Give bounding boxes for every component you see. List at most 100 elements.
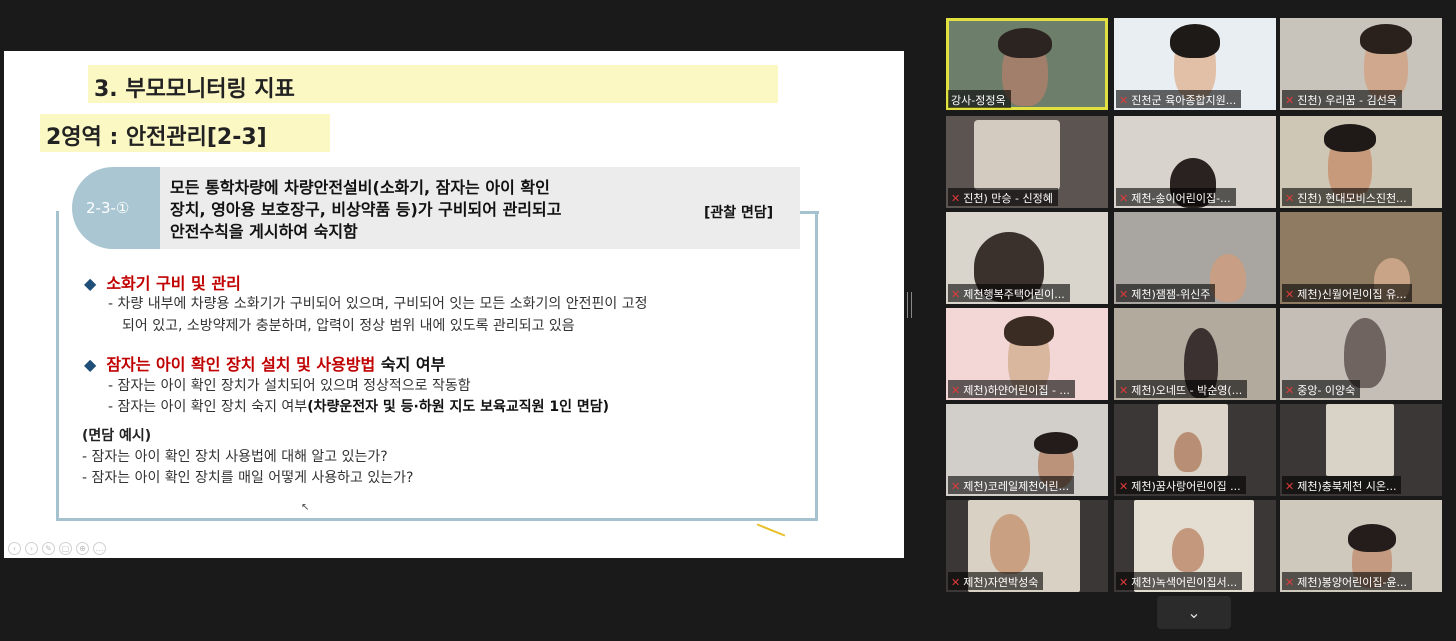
- pen-icon[interactable]: ✎: [42, 542, 55, 555]
- participant-tile[interactable]: ✕ 제천행복주택어린이...: [946, 212, 1108, 304]
- chevron-down-icon: ⌄: [1187, 603, 1201, 622]
- participant-name-text: 제천)충북제천 시온...: [1297, 480, 1397, 493]
- participant-name-text: 제천)잼잼-위신주: [1131, 288, 1211, 301]
- participant-hair: [1348, 524, 1396, 552]
- example-line: - 잠자는 아이 확인 장치 사용법에 대해 알고 있는가?: [82, 449, 388, 465]
- zoom-icon[interactable]: ⊕: [76, 542, 89, 555]
- mic-muted-icon: ✕: [1285, 479, 1295, 493]
- participant-tile[interactable]: ✕ 진천) 만승 - 신정혜: [946, 116, 1108, 208]
- video-conference-window: 3. 부모모니터링 지표 2영역 : 안전관리[2-3] 2-3-① 모든 통학…: [0, 0, 1456, 641]
- section-heading-suffix: 숙지 여부: [380, 355, 446, 374]
- participant-name: ✕ 제천)하얀어린이집 - ...: [948, 380, 1075, 398]
- mic-muted-icon: ✕: [1119, 191, 1129, 205]
- participant-tile[interactable]: ✕ 제천)봉양어린이집-윤...: [1280, 500, 1442, 592]
- participant-name: ✕ 제천)꿈사랑어린이집 ...: [1116, 476, 1246, 494]
- participant-hair: [1170, 24, 1220, 58]
- participant-name: ✕ 제천)신월어린이집 유...: [1282, 284, 1412, 302]
- mic-muted-icon: ✕: [951, 575, 961, 589]
- mic-muted-icon: ✕: [951, 191, 961, 205]
- participant-name-text: 제천)하얀어린이집 - ...: [963, 384, 1070, 397]
- participant-tile[interactable]: ✕ 제천)하얀어린이집 - ...: [946, 308, 1108, 400]
- collapse-gallery-button[interactable]: ⌄: [1157, 596, 1231, 629]
- participant-name: ✕ 진천) 현대모비스진천...: [1282, 188, 1412, 206]
- participant-tile[interactable]: ✕ 제천)녹색어린이집서...: [1114, 500, 1276, 592]
- mic-muted-icon: ✕: [1285, 383, 1295, 397]
- participant-tile[interactable]: ✕ 제천)잼잼-위신주: [1114, 212, 1276, 304]
- mic-muted-icon: ✕: [1285, 191, 1295, 205]
- section-heading-text: 잠자는 아이 확인 장치 설치 및 사용방법: [106, 355, 376, 374]
- participant-video: [974, 120, 1060, 190]
- participant-name-text: 제천)녹색어린이집서...: [1131, 576, 1238, 589]
- participant-tile[interactable]: ✕ 진천군 육아종합지원...: [1114, 18, 1276, 110]
- participant-name: ✕ 제천)잼잼-위신주: [1116, 284, 1216, 302]
- more-icon[interactable]: …: [93, 542, 106, 555]
- participant-tile[interactable]: ✕ 제천-송이어린이집-...: [1114, 116, 1276, 208]
- participant-name-text: 제천)꿈사랑어린이집 ...: [1131, 480, 1241, 493]
- panel-resize-handle[interactable]: [907, 292, 912, 318]
- participant-video: [1344, 318, 1386, 388]
- criteria-line: 모든 통학차량에 차량안전설비(소화기, 잠자는 아이 확인: [170, 178, 550, 197]
- participant-name: ✕ 중앙- 이양숙: [1282, 380, 1361, 398]
- participant-name-text: 진천) 만승 - 신정혜: [963, 192, 1053, 205]
- participant-name: ✕ 제천)오네뜨 - 박순영(...: [1116, 380, 1248, 398]
- participant-name-text: 제천)신월어린이집 유...: [1297, 288, 1407, 301]
- section-line: - 잠자는 아이 확인 장치 숙지 여부(차량운전자 및 등·하원 지도 보육교…: [108, 396, 609, 416]
- participant-tile[interactable]: ✕ 제천)오네뜨 - 박순영(...: [1114, 308, 1276, 400]
- slide-subtitle: 2영역 : 안전관리[2-3]: [40, 114, 330, 152]
- participant-tile[interactable]: ✕ 제천)코레일제천어린...: [946, 404, 1108, 496]
- next-slide-icon[interactable]: ›: [25, 542, 38, 555]
- diamond-bullet-icon: ◆: [84, 355, 97, 374]
- participant-name: ✕ 진천군 육아종합지원...: [1116, 90, 1242, 108]
- mouse-cursor-icon: ↖: [301, 502, 310, 513]
- participant-video: [1326, 404, 1394, 476]
- participant-name: ✕ 제천)자연박성숙: [948, 572, 1044, 590]
- annotation-stroke: [756, 523, 786, 537]
- slide-controls: ‹ › ✎ ▢ ⊕ …: [8, 542, 106, 555]
- participant-name-text: 진천) 현대모비스진천...: [1297, 192, 1407, 205]
- criteria-frame-edge: [799, 211, 819, 214]
- slides-icon[interactable]: ▢: [59, 542, 72, 555]
- participant-name: ✕ 제천)코레일제천어린...: [948, 476, 1075, 494]
- section-heading: ◆ 잠자는 아이 확인 장치 설치 및 사용방법 숙지 여부: [84, 351, 445, 375]
- section-heading-text: 소화기 구비 및 관리: [106, 274, 241, 293]
- participant-name-text: 제천-송이어린이집-...: [1131, 192, 1231, 205]
- section-line: - 잠자는 아이 확인 장치가 설치되어 있으며 정상적으로 작동함: [108, 378, 471, 394]
- participant-tile[interactable]: ✕ 제천)자연박성숙: [946, 500, 1108, 592]
- section-line: - 차량 내부에 차량용 소화기가 구비되어 있으며, 구비되어 잇는 모든 소…: [108, 296, 648, 312]
- slide-title: 3. 부모모니터링 지표: [88, 65, 778, 103]
- participant-name: ✕ 제천-송이어린이집-...: [1116, 188, 1236, 206]
- participant-face: [990, 514, 1030, 574]
- mic-muted-icon: ✕: [1285, 93, 1295, 107]
- participant-tile[interactable]: ✕ 중앙- 이양숙: [1280, 308, 1442, 400]
- mic-muted-icon: ✕: [1119, 383, 1129, 397]
- mic-muted-icon: ✕: [951, 479, 961, 493]
- participant-tile[interactable]: ✕ 진천) 우리꿈 - 김선옥: [1280, 18, 1442, 110]
- participant-hair: [1004, 316, 1054, 346]
- mic-muted-icon: ✕: [951, 383, 961, 397]
- mic-muted-icon: ✕: [1285, 575, 1295, 589]
- example-heading: (면담 예시): [82, 428, 152, 444]
- section-heading: ◆ 소화기 구비 및 관리: [84, 270, 241, 294]
- participant-name-text: 강사-정정옥: [951, 94, 1006, 107]
- participant-hair: [1360, 24, 1412, 54]
- participant-tile[interactable]: 강사-정정옥: [946, 18, 1108, 110]
- participant-name-text: 제천)코레일제천어린...: [963, 480, 1070, 493]
- participant-tile[interactable]: ✕ 제천)충북제천 시온...: [1280, 404, 1442, 496]
- participant-name-text: 제천행복주택어린이...: [963, 288, 1065, 301]
- participant-tile[interactable]: ✕ 제천)꿈사랑어린이집 ...: [1114, 404, 1276, 496]
- participant-name: ✕ 진천) 만승 - 신정혜: [948, 188, 1058, 206]
- participant-name: ✕ 제천행복주택어린이...: [948, 284, 1070, 302]
- participant-face: [1174, 432, 1202, 472]
- participant-tile[interactable]: ✕ 진천) 현대모비스진천...: [1280, 116, 1442, 208]
- participant-face: [1172, 528, 1204, 572]
- mic-muted-icon: ✕: [1119, 479, 1129, 493]
- participant-tile[interactable]: ✕ 제천)신월어린이집 유...: [1280, 212, 1442, 304]
- mic-muted-icon: ✕: [1285, 287, 1295, 301]
- prev-slide-icon[interactable]: ‹: [8, 542, 21, 555]
- shared-slide: 3. 부모모니터링 지표 2영역 : 안전관리[2-3] 2-3-① 모든 통학…: [4, 51, 904, 558]
- participant-name-text: 중앙- 이양숙: [1297, 384, 1356, 397]
- mic-muted-icon: ✕: [1119, 93, 1129, 107]
- participant-name-text: 제천)자연박성숙: [963, 576, 1039, 589]
- participant-hair: [998, 28, 1052, 58]
- example-line: - 잠자는 아이 확인 장치를 매일 어떻게 사용하고 있는가?: [82, 470, 414, 486]
